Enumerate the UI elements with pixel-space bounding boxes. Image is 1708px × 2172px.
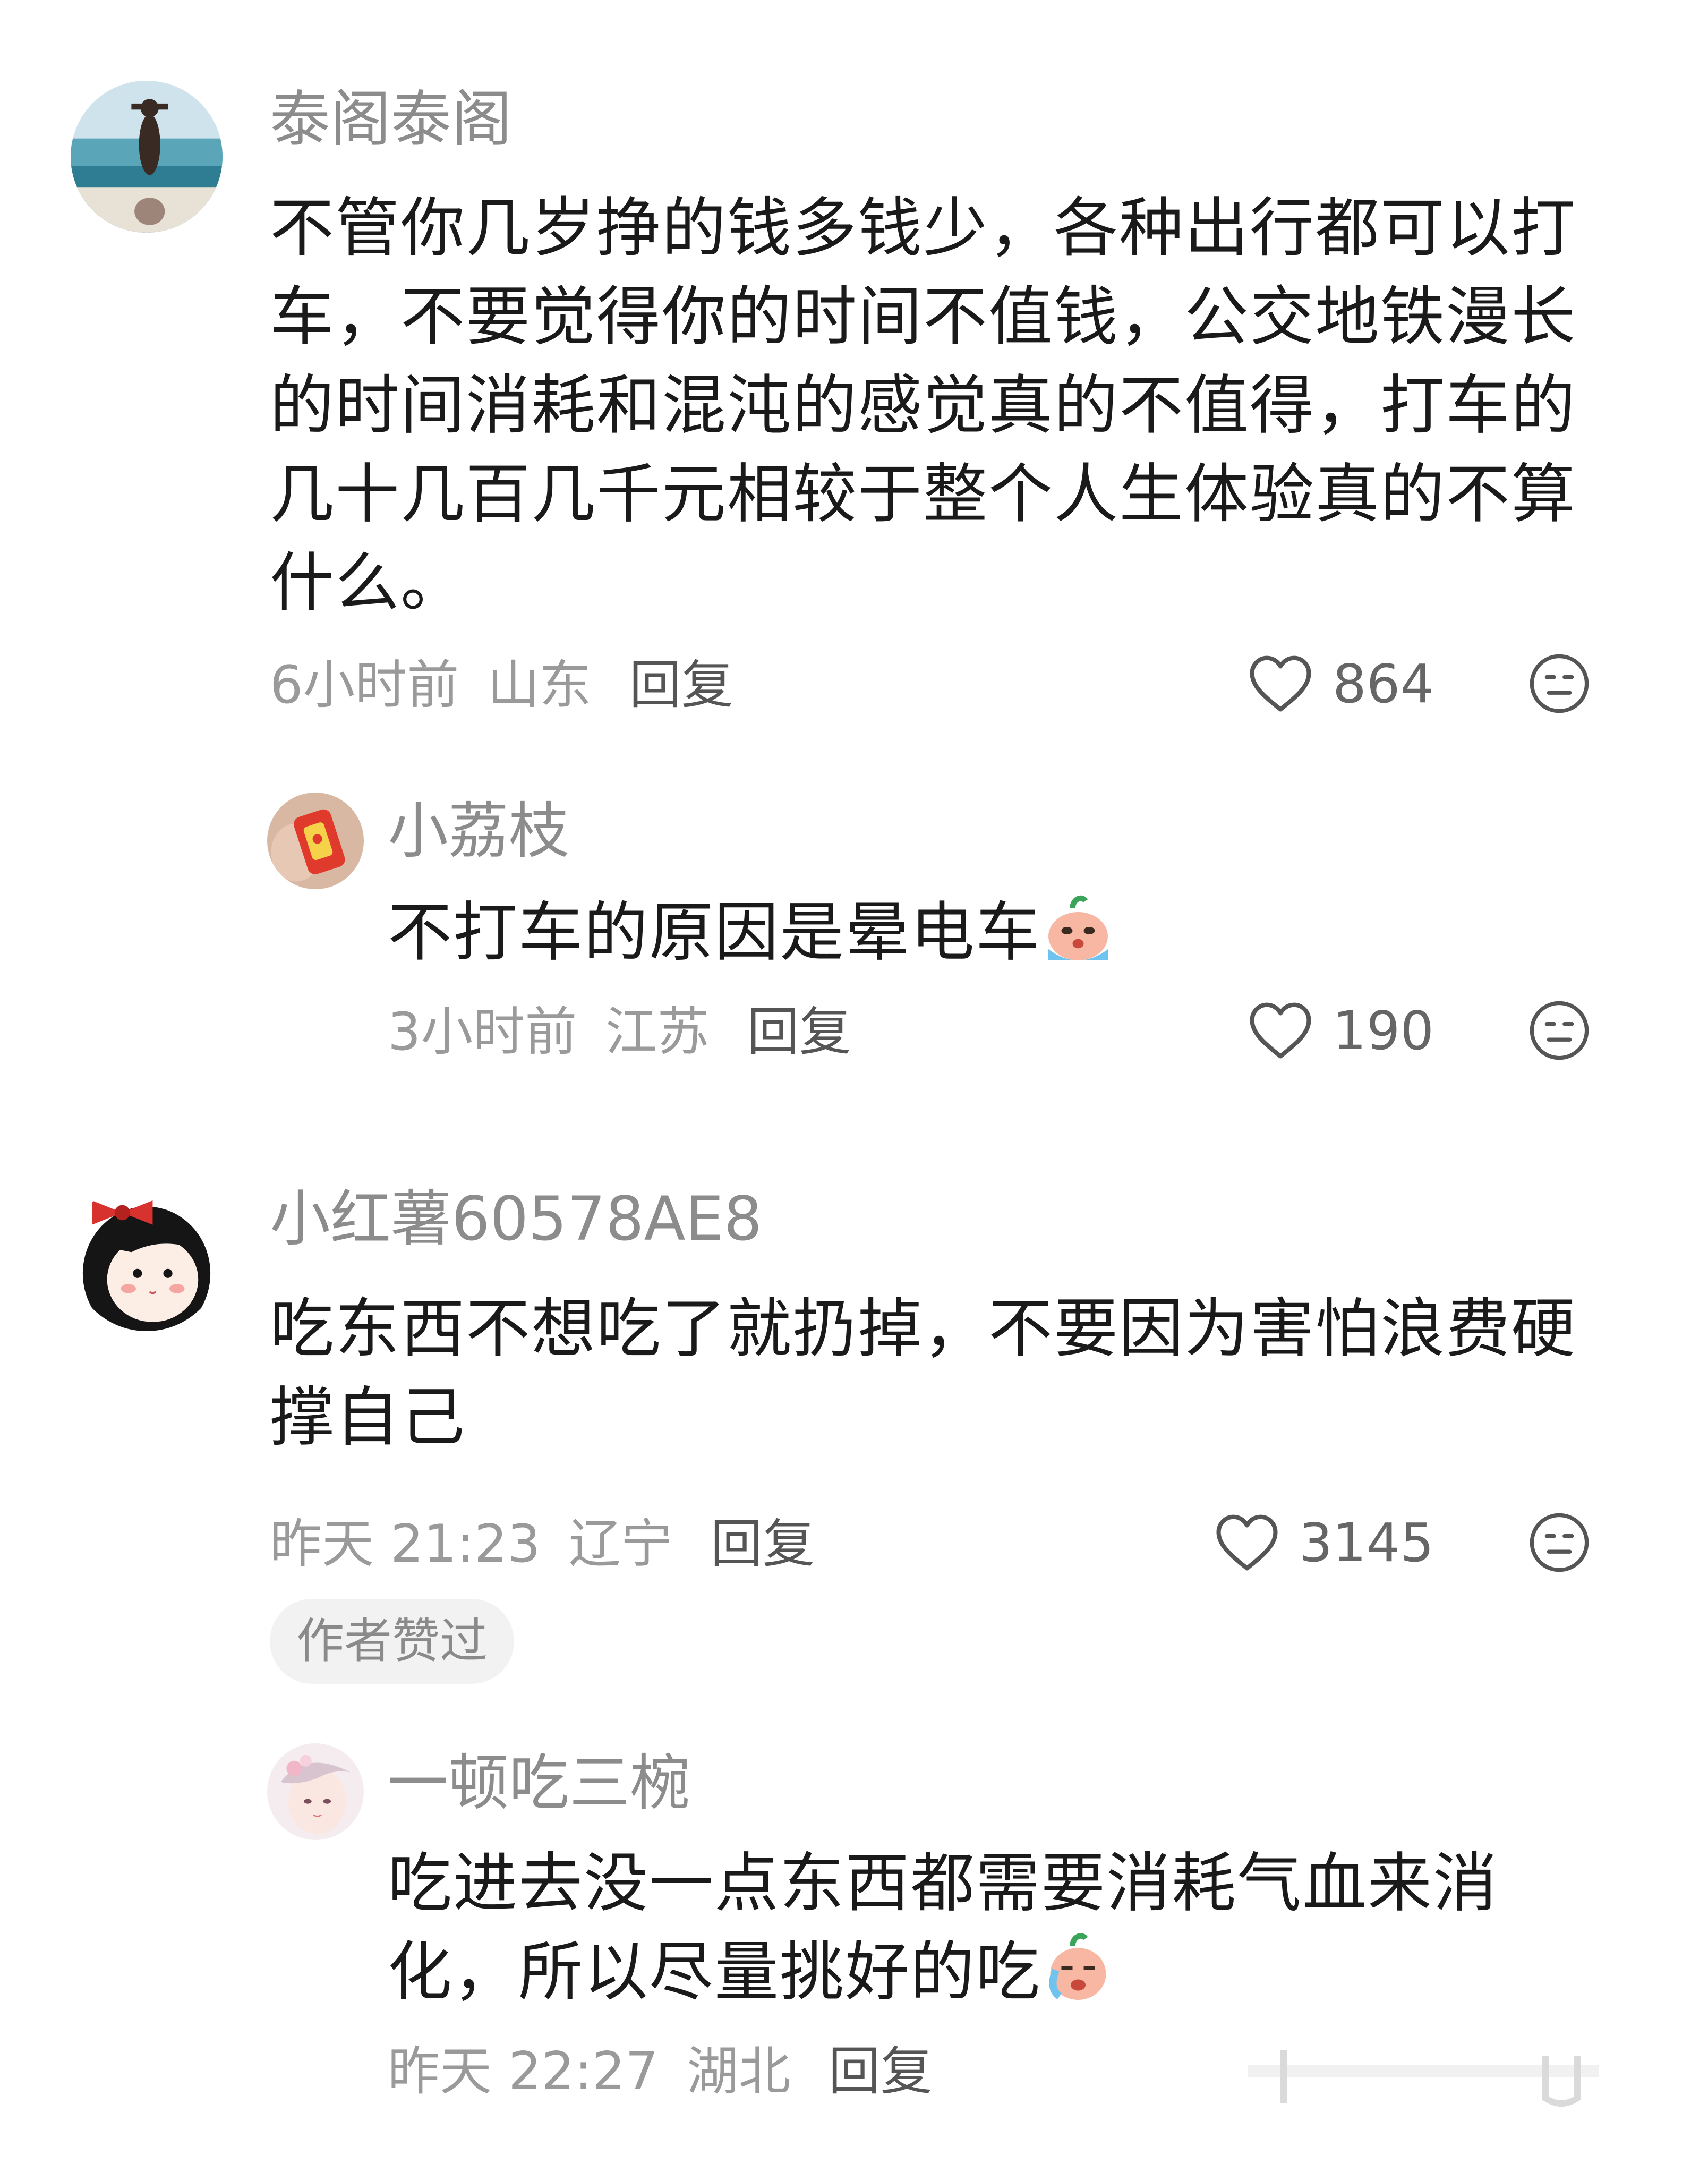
comment-location: 江苏 [605, 1002, 710, 1062]
reply-button[interactable]: 回复 [629, 655, 733, 716]
username[interactable]: 小红薯60578AE8 [270, 1179, 762, 1259]
content-line: 什么。 [270, 546, 466, 620]
heart-icon [1250, 1002, 1311, 1059]
comment-time: 6小时前 [270, 655, 459, 716]
reply-content: 不打车的原因是晕电车 [388, 888, 1609, 977]
reply-text: 不打车的原因是晕电车 [388, 895, 1041, 970]
candy-photo-avatar-icon [267, 793, 364, 889]
like-count: 864 [1333, 652, 1434, 715]
content-line: 化，所以尽量挑好的吃 [388, 1928, 1609, 2016]
content-line: 吃进去没一点东西都需要消耗气血来消 [388, 1846, 1499, 1921]
faded-action-icons [1248, 2050, 1599, 2107]
cartoon-girl-avatar-icon [71, 1179, 223, 1331]
username[interactable]: 小荔枝 [388, 791, 569, 871]
comment-content: 不管你几岁挣的钱多钱少，各种出行都可以打 车，不要觉得你的时间不值钱，公交地铁漫… [270, 184, 1608, 627]
comment-time: 昨天 22:27 [388, 2041, 659, 2102]
avatar[interactable] [71, 81, 223, 233]
content-line: 不打车的原因是晕电车 [388, 888, 1609, 977]
content-line: 不管你几岁挣的钱多钱少，各种出行都可以打 [270, 191, 1577, 266]
meh-face-icon[interactable] [1528, 999, 1591, 1062]
like-button[interactable]: 864 [1222, 649, 1434, 718]
comment-location: 山东 [487, 655, 592, 716]
comment-location: 湖北 [686, 2041, 791, 2102]
anime-girl-avatar-icon [267, 1743, 364, 1840]
beach-photo-avatar-icon [71, 81, 223, 233]
meh-face-icon[interactable] [1528, 1511, 1591, 1574]
avatar[interactable] [71, 1179, 223, 1331]
heart-icon [1216, 1514, 1278, 1571]
reply-meta: 昨天 22:27 湖北 回复 [388, 2037, 933, 2106]
reply-meta: 3小时前 江苏 回复 [388, 998, 851, 1067]
heart-icon [1250, 655, 1311, 712]
reply-button[interactable]: 回复 [711, 1514, 815, 1574]
comment-location: 辽宁 [568, 1514, 673, 1574]
content-line: 的时间消耗和混沌的感觉真的不值得，打车的 [270, 368, 1577, 443]
reply-content: 吃进去没一点东西都需要消耗气血来消 化，所以尽量挑好的吃 [388, 1839, 1609, 2016]
content-line: 几十几百几千元相较于整个人生体验真的不算 [270, 457, 1577, 532]
content-line: 吃东西不想吃了就扔掉，不要因为害怕浪费硬 [270, 1291, 1577, 1366]
content-line: 撑自己 [270, 1380, 466, 1455]
reply-text: 化，所以尽量挑好的吃 [388, 1935, 1041, 2009]
comment-time: 昨天 21:23 [270, 1514, 541, 1574]
content-line: 车，不要觉得你的时间不值钱，公交地铁漫长 [270, 279, 1577, 354]
meh-face-icon[interactable] [1528, 652, 1591, 715]
avatar[interactable] [267, 793, 364, 889]
comment-meta: 6小时前 山东 回复 [270, 651, 733, 720]
reply-button[interactable]: 回复 [747, 1002, 851, 1062]
username[interactable]: 泰阁泰阁 [270, 80, 512, 159]
like-button[interactable]: 3145 [1195, 1508, 1434, 1577]
reply-item: 小荔枝 不打车的原因是晕电车 3小时前 江苏 回复 190 [0, 744, 1708, 1115]
comment-content: 吃东西不想吃了就扔掉，不要因为害怕浪费硬 撑自己 [270, 1284, 1608, 1462]
comment-meta: 昨天 21:23 辽宁 回复 [270, 1510, 815, 1579]
author-liked-badge: 作者赞过 [270, 1599, 514, 1684]
username[interactable]: 一顿吃三椀 [388, 1743, 690, 1823]
like-button[interactable]: 190 [1222, 996, 1434, 1065]
like-count: 190 [1333, 999, 1434, 1062]
like-count: 3145 [1299, 1511, 1434, 1574]
crying-face-emoji-icon [1041, 1929, 1115, 2004]
comment-time: 3小时前 [388, 1002, 577, 1062]
crying-face-emoji-icon [1041, 890, 1115, 964]
reply-button[interactable]: 回复 [829, 2041, 933, 2102]
comment-item: 小红薯60578AE8 吃东西不想吃了就扔掉，不要因为害怕浪费硬 撑自己 昨天 … [0, 1169, 1708, 1726]
comment-item: 泰阁泰阁 不管你几岁挣的钱多钱少，各种出行都可以打 车，不要觉得你的时间不值钱，… [0, 0, 1708, 744]
avatar[interactable] [267, 1743, 364, 1840]
